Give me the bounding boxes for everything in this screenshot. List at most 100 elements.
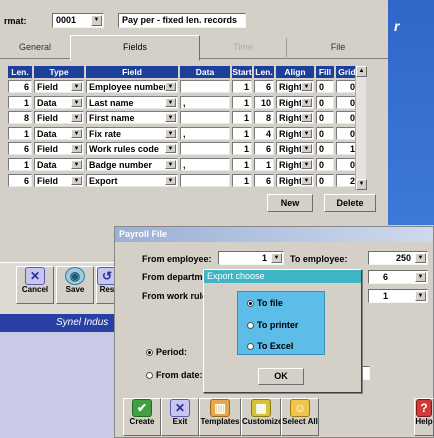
tab-time[interactable]: Time <box>200 38 287 57</box>
chevron-down-icon[interactable]: ▼ <box>71 175 82 185</box>
table-row[interactable]: 6 Field ▼ Work rules code ▼ 1 6 Right ▼ 0 1 <box>4 142 358 156</box>
cell-start[interactable]: 1 <box>232 158 252 171</box>
cell-data[interactable] <box>180 142 230 156</box>
table-row[interactable]: 6 Field ▼ Export ▼ 1 6 Right ▼ 0 2 <box>4 173 358 187</box>
chevron-down-icon[interactable]: ▼ <box>71 97 82 107</box>
save-button[interactable]: ◉ Save <box>56 266 94 304</box>
cell-fill[interactable]: 0 <box>316 173 334 187</box>
delete-button[interactable]: Delete <box>324 194 376 212</box>
cell-field[interactable]: Badge number ▼ <box>86 158 178 171</box>
cell-len2[interactable]: 8 <box>254 111 274 125</box>
chevron-down-icon[interactable]: ▼ <box>165 144 176 154</box>
help-button[interactable]: ? Help <box>414 398 434 436</box>
chevron-down-icon[interactable]: ▼ <box>301 113 312 123</box>
cell-data[interactable] <box>180 173 230 187</box>
new-button[interactable]: New <box>267 194 313 212</box>
cell-start[interactable]: 1 <box>232 111 252 125</box>
chevron-down-icon[interactable]: ▼ <box>165 175 176 185</box>
cell-type[interactable]: Data ▼ <box>34 95 84 109</box>
chevron-down-icon[interactable]: ▼ <box>415 291 426 301</box>
chevron-down-icon[interactable]: ▼ <box>71 82 82 91</box>
cell-len[interactable]: 6 <box>8 142 32 156</box>
chevron-down-icon[interactable]: ▼ <box>165 128 176 138</box>
cell-len[interactable]: 1 <box>8 95 32 109</box>
cell-start[interactable]: 1 <box>232 173 252 187</box>
format-description-field[interactable]: Pay per - fixed len. records <box>118 13 246 28</box>
cell-data[interactable]: , <box>180 158 230 171</box>
cell-len2[interactable]: 6 <box>254 80 274 93</box>
cell-fill[interactable]: 0 <box>316 80 334 93</box>
chevron-down-icon[interactable]: ▼ <box>71 128 82 138</box>
chevron-down-icon[interactable]: ▼ <box>415 272 426 282</box>
cell-len[interactable]: 6 <box>8 80 32 93</box>
scroll-down-arrow-icon[interactable]: ▼ <box>356 179 367 190</box>
format-code-select[interactable]: 0001 ▼ <box>52 13 104 28</box>
tab-general[interactable]: General <box>0 38 70 57</box>
table-row[interactable]: 1 Data ▼ Badge number ▼, 1 1 Right ▼ 0 0 <box>4 158 358 171</box>
cell-field[interactable]: Work rules code ▼ <box>86 142 178 156</box>
chevron-down-icon[interactable]: ▼ <box>71 144 82 154</box>
tab-fields[interactable]: Fields <box>70 35 200 61</box>
chevron-down-icon[interactable]: ▼ <box>71 113 82 123</box>
exit-button[interactable]: ✕ Exit <box>161 398 199 436</box>
grid-scrollbar[interactable]: ▲ ▼ <box>355 66 367 190</box>
cell-len2[interactable]: 6 <box>254 142 274 156</box>
select-all-button[interactable]: ☺ Select All <box>281 398 319 436</box>
cell-type[interactable]: Field ▼ <box>34 142 84 156</box>
chevron-down-icon[interactable]: ▼ <box>301 128 312 138</box>
cell-align[interactable]: Right ▼ <box>276 142 314 156</box>
cell-len[interactable]: 8 <box>8 111 32 125</box>
chevron-down-icon[interactable]: ▼ <box>301 97 312 107</box>
table-row[interactable]: 6 Field ▼ Employee number ▼ 1 6 Right ▼ 0 0 <box>4 80 358 93</box>
chevron-down-icon[interactable]: ▼ <box>71 160 82 169</box>
from-date-radio[interactable]: From date: <box>146 370 203 380</box>
table-row[interactable]: 1 Data ▼ Fix rate ▼, 1 4 Right ▼ 0 0 <box>4 126 358 140</box>
chevron-down-icon[interactable]: ▼ <box>415 253 426 263</box>
from-employee-select[interactable]: 1 ▼ <box>218 251 284 265</box>
cell-type[interactable]: Field ▼ <box>34 173 84 187</box>
cell-align[interactable]: Right ▼ <box>276 95 314 109</box>
cell-fill[interactable]: 0 <box>316 95 334 109</box>
cell-len[interactable]: 6 <box>8 173 32 187</box>
cell-len2[interactable]: 1 <box>254 158 274 171</box>
chevron-down-icon[interactable]: ▼ <box>91 15 102 26</box>
scroll-up-arrow-icon[interactable]: ▲ <box>356 66 367 77</box>
cell-len[interactable]: 1 <box>8 158 32 171</box>
cell-align[interactable]: Right ▼ <box>276 80 314 93</box>
chevron-down-icon[interactable]: ▼ <box>301 175 312 185</box>
cell-start[interactable]: 1 <box>232 126 252 140</box>
cell-type[interactable]: Field ▼ <box>34 111 84 125</box>
cell-fill[interactable]: 0 <box>316 158 334 171</box>
cell-field[interactable]: First name ▼ <box>86 111 178 125</box>
date-field[interactable] <box>362 366 370 380</box>
cell-data[interactable]: , <box>180 126 230 140</box>
chevron-down-icon[interactable]: ▼ <box>165 160 176 169</box>
cell-data[interactable]: , <box>180 95 230 109</box>
cell-type[interactable]: Field ▼ <box>34 80 84 93</box>
chevron-down-icon[interactable]: ▼ <box>165 82 176 91</box>
chevron-down-icon[interactable]: ▼ <box>301 144 312 154</box>
cell-align[interactable]: Right ▼ <box>276 111 314 125</box>
cell-start[interactable]: 1 <box>232 95 252 109</box>
tab-file[interactable]: File <box>288 38 388 57</box>
cell-len2[interactable]: 6 <box>254 173 274 187</box>
cell-field[interactable]: Fix rate ▼ <box>86 126 178 140</box>
cell-type[interactable]: Data ▼ <box>34 126 84 140</box>
cell-type[interactable]: Data ▼ <box>34 158 84 171</box>
table-row[interactable]: 8 Field ▼ First name ▼ 1 8 Right ▼ 0 0 <box>4 111 358 125</box>
cell-fill[interactable]: 0 <box>316 111 334 125</box>
cell-start[interactable]: 1 <box>232 80 252 93</box>
cell-align[interactable]: Right ▼ <box>276 173 314 187</box>
chevron-down-icon[interactable]: ▼ <box>301 82 312 91</box>
chevron-down-icon[interactable]: ▼ <box>301 160 312 169</box>
department-select[interactable]: 6 ▼ <box>368 270 428 284</box>
cell-data[interactable] <box>180 111 230 125</box>
cell-align[interactable]: Right ▼ <box>276 158 314 171</box>
chevron-down-icon[interactable]: ▼ <box>271 253 282 263</box>
cell-field[interactable]: Last name ▼ <box>86 95 178 109</box>
cell-field[interactable]: Export ▼ <box>86 173 178 187</box>
cell-len[interactable]: 1 <box>8 126 32 140</box>
cell-len2[interactable]: 4 <box>254 126 274 140</box>
to-file-radio[interactable]: To file <box>247 298 283 308</box>
cell-field[interactable]: Employee number ▼ <box>86 80 178 93</box>
